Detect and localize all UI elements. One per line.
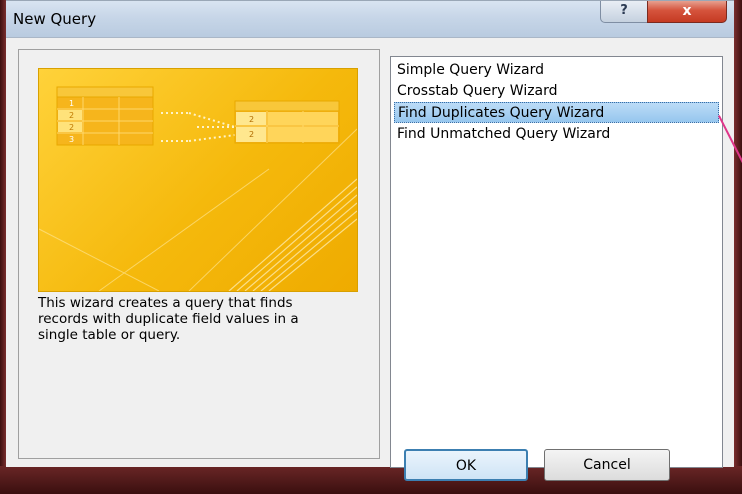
result-table-graphic: 2 2 [234, 100, 340, 144]
list-item-crosstab-query-wizard[interactable]: Crosstab Query Wizard [394, 81, 719, 102]
close-icon: x [682, 3, 692, 19]
dialog-client-area: 1 2 2 3 2 2 This wizard creates a query … [18, 49, 725, 481]
source-row-2: 2 [69, 111, 74, 120]
wizard-preview-panel: 1 2 2 3 2 2 This wizard creates a query … [18, 49, 380, 459]
source-row-3: 2 [69, 123, 74, 132]
list-item-find-unmatched-query-wizard[interactable]: Find Unmatched Query Wizard [394, 124, 719, 145]
list-item-find-duplicates-query-wizard[interactable]: Find Duplicates Query Wizard [394, 102, 719, 123]
wizard-list[interactable]: Simple Query Wizard Crosstab Query Wizar… [390, 56, 723, 468]
find-duplicates-illustration: 1 2 2 3 2 2 [39, 86, 357, 291]
help-icon: ? [620, 3, 628, 18]
source-table-graphic: 1 2 2 3 [56, 86, 154, 146]
title-bar-buttons: ? x [600, 1, 728, 23]
result-row-2: 2 [249, 130, 254, 139]
window-frame-right [734, 0, 742, 494]
close-button[interactable]: x [647, 1, 727, 23]
ok-button[interactable]: OK [404, 449, 528, 481]
result-row-1: 2 [249, 115, 254, 124]
source-row-4: 3 [69, 135, 74, 144]
cancel-button[interactable]: Cancel [544, 449, 670, 481]
dialog-title: New Query [13, 10, 97, 28]
list-item-simple-query-wizard[interactable]: Simple Query Wizard [394, 60, 719, 81]
help-button[interactable]: ? [600, 1, 648, 23]
source-row-1: 1 [69, 99, 74, 108]
wizard-preview-image: 1 2 2 3 2 2 [38, 68, 358, 292]
title-bar[interactable]: New Query ? x [6, 1, 734, 38]
new-query-dialog: New Query ? x 1 2 2 3 2 2 This wizard cr… [6, 0, 742, 481]
wizard-description: This wizard creates a query that finds r… [38, 295, 299, 343]
